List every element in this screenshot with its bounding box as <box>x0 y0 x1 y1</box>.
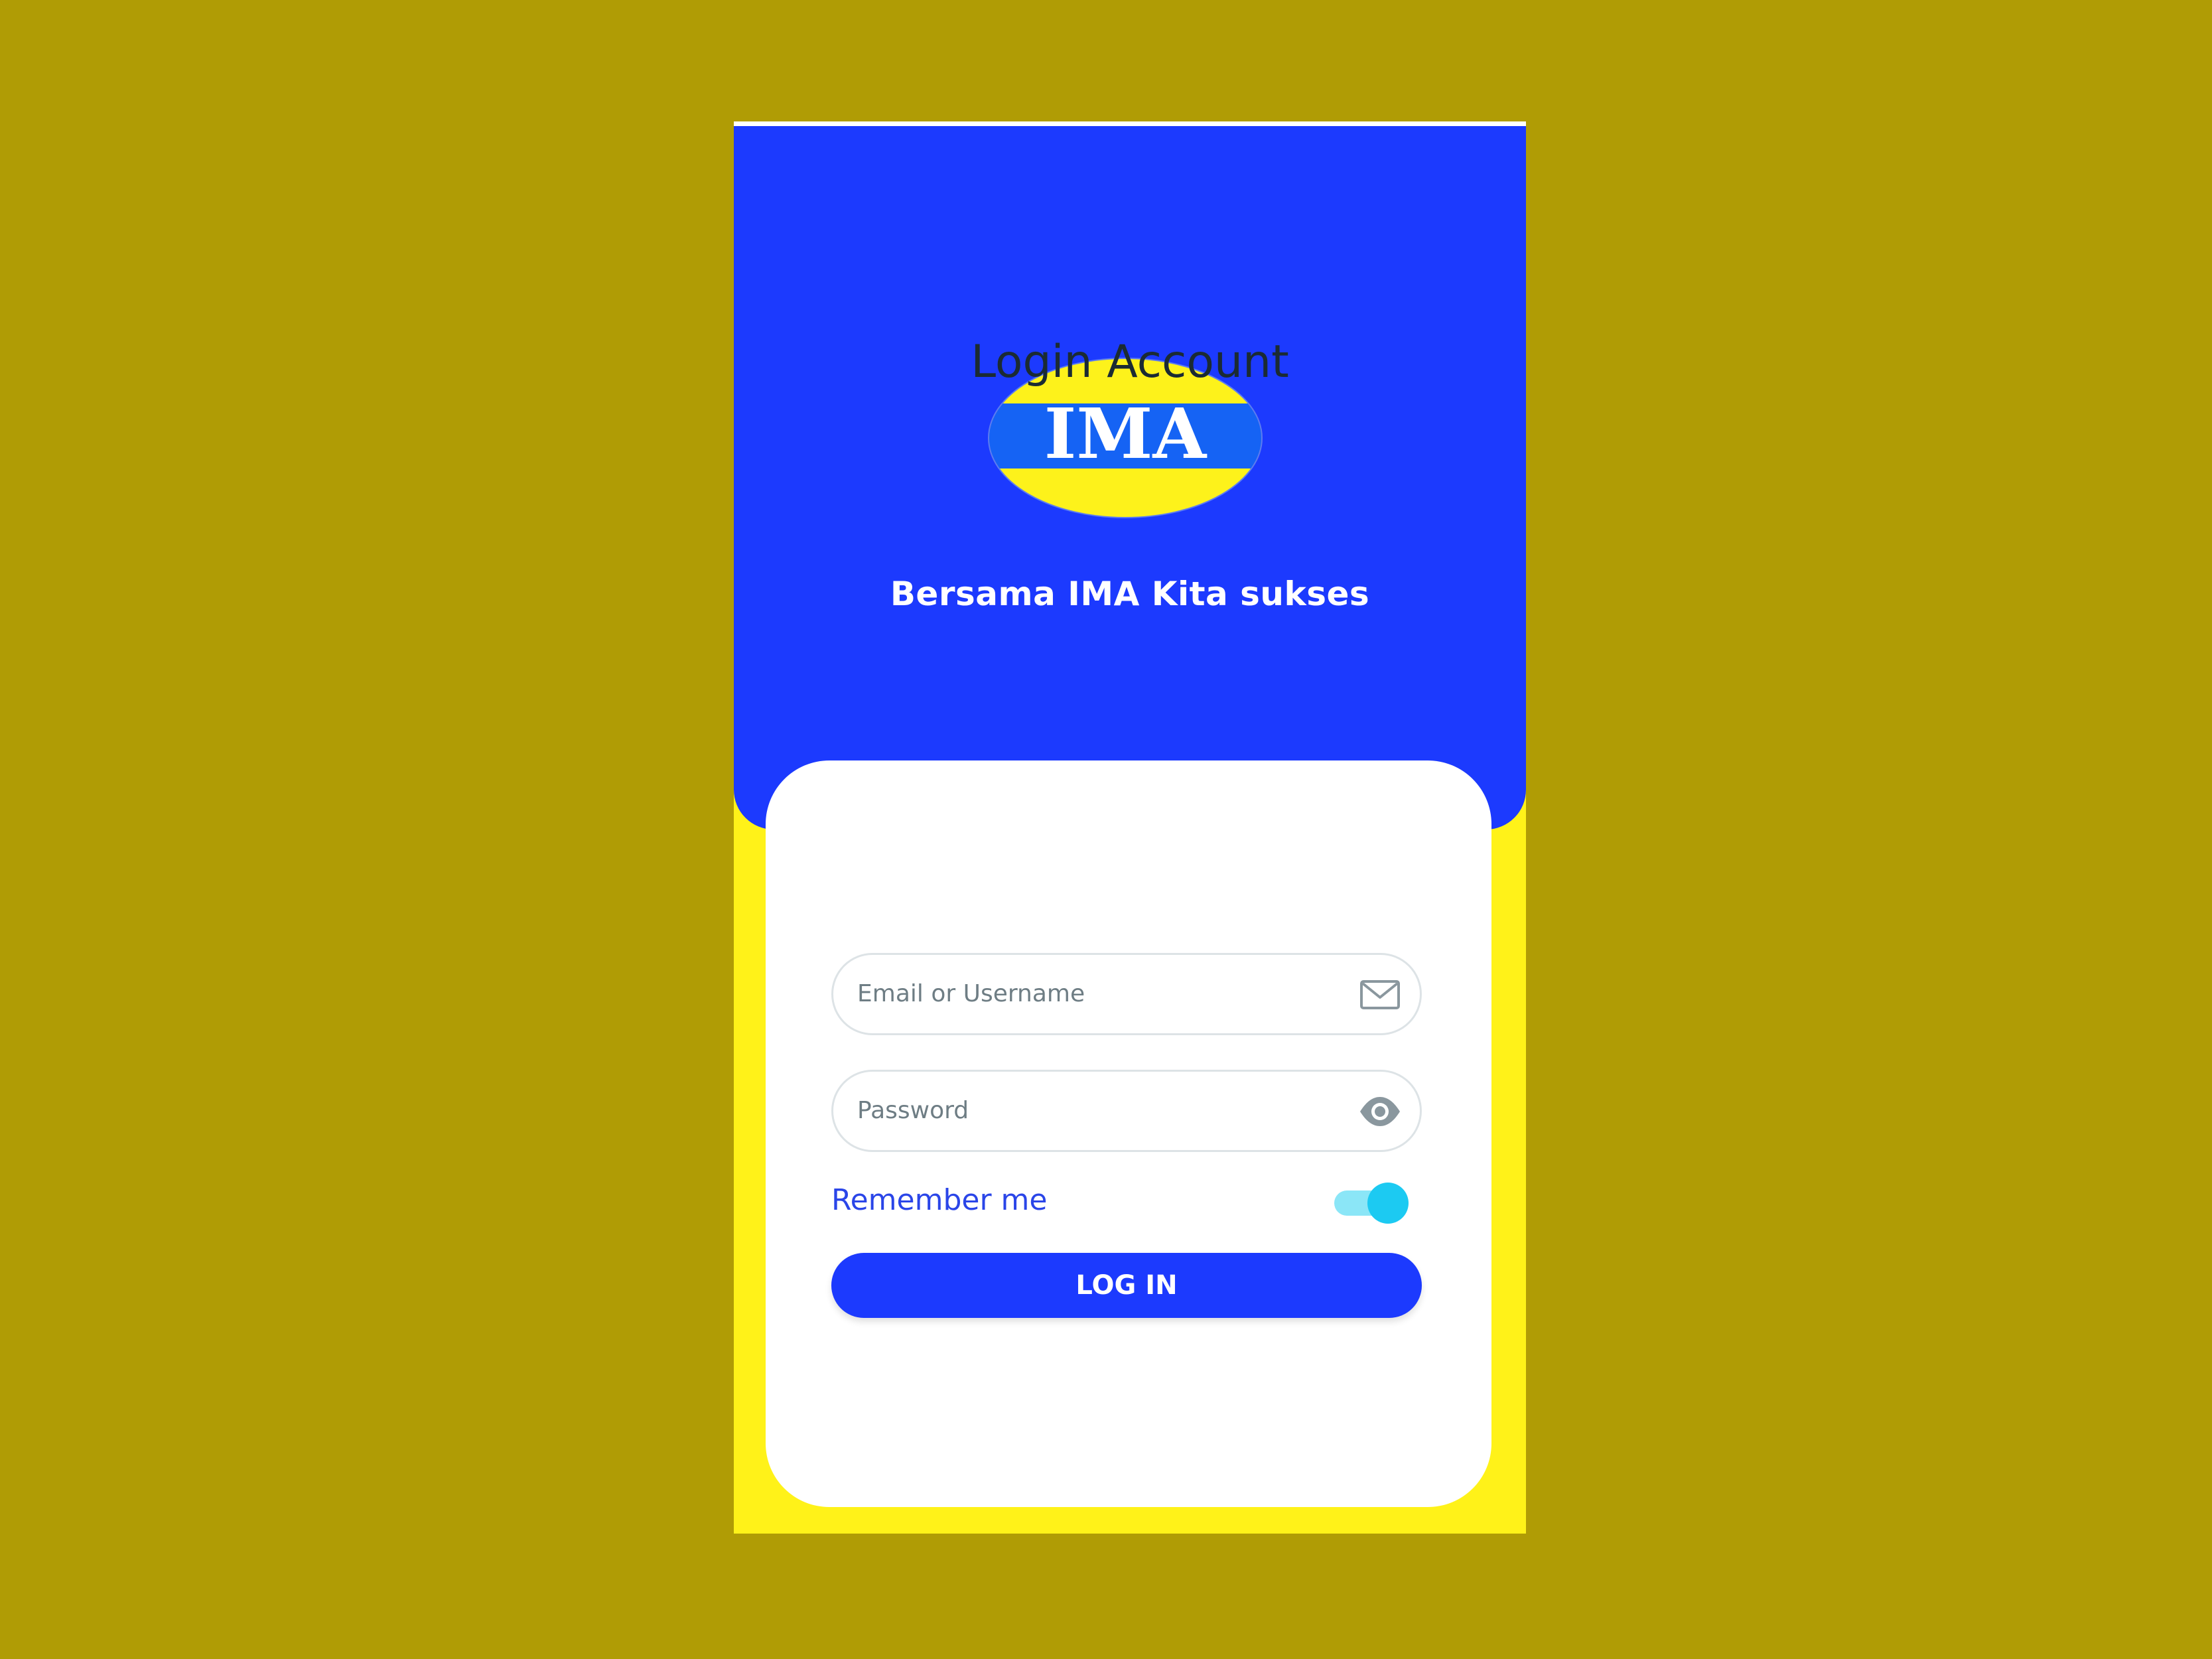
login-button[interactable]: LOG IN <box>831 1253 1422 1318</box>
header-banner: IMA Bersama IMA Kita sukses <box>734 126 1526 830</box>
logo-text: IMA <box>1044 393 1208 474</box>
mail-icon <box>1360 980 1400 1009</box>
remember-me-label: Remember me <box>831 1183 1048 1217</box>
eye-icon[interactable] <box>1359 1090 1401 1133</box>
email-placeholder: Email or Username <box>857 980 1085 1007</box>
password-placeholder: Password <box>857 1097 969 1124</box>
email-field[interactable]: Email or Username <box>831 953 1422 1035</box>
toggle-knob <box>1367 1183 1409 1224</box>
app-screen: IMA Bersama IMA Kita sukses Login Accoun… <box>734 121 1526 1534</box>
password-field[interactable]: Password <box>831 1070 1422 1152</box>
tagline: Bersama IMA Kita sukses <box>890 575 1370 613</box>
remember-me-toggle[interactable] <box>1325 1183 1409 1224</box>
page-title: Login Account <box>971 336 1289 388</box>
